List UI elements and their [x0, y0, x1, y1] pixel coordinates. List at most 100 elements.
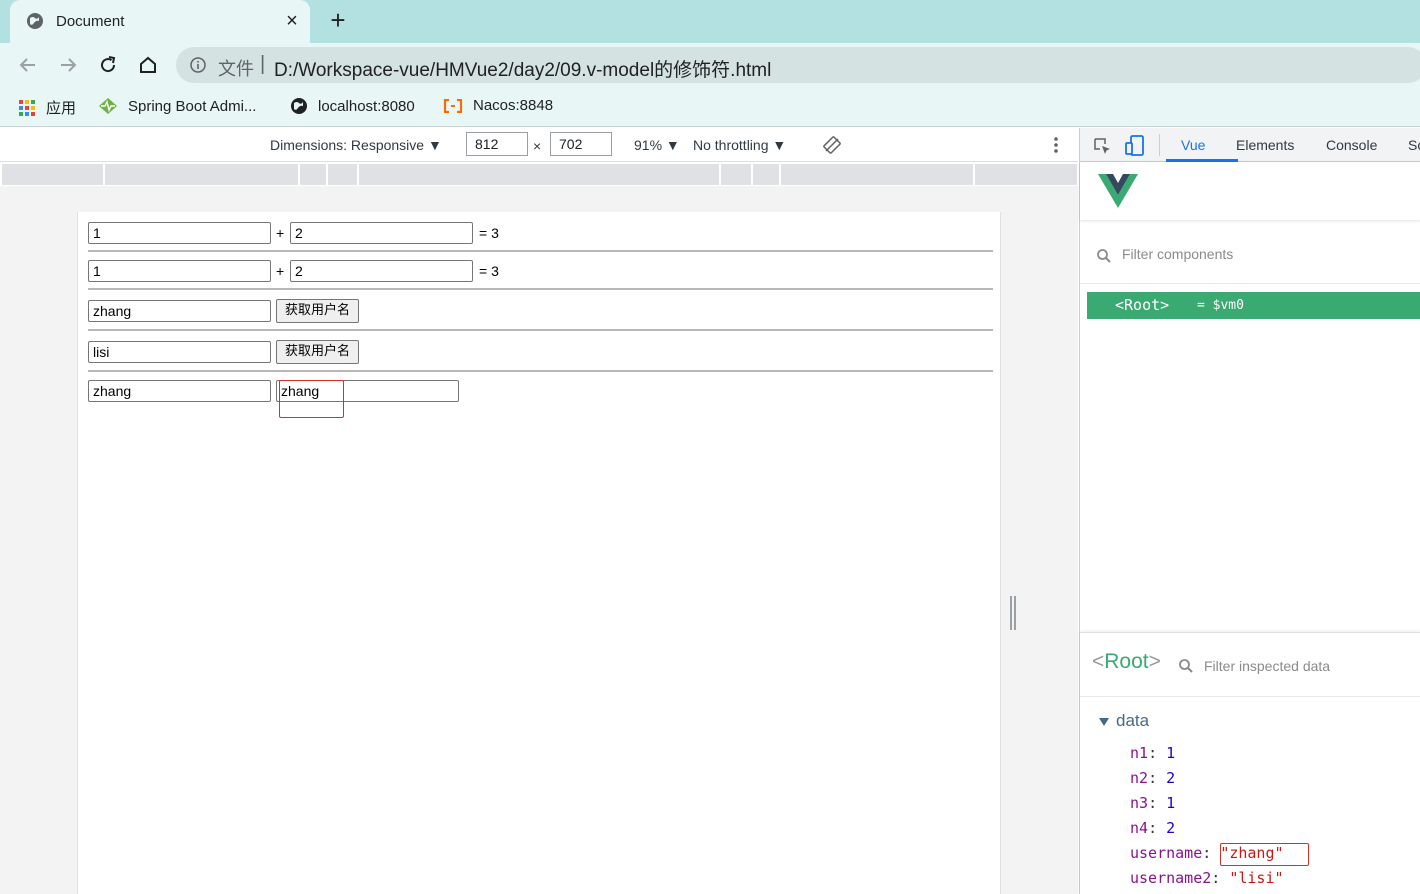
- browser-tab[interactable]: Document ×: [10, 0, 310, 43]
- url-scheme-label: 文件: [218, 59, 254, 79]
- filter-data-placeholder[interactable]: Filter inspected data: [1204, 658, 1330, 674]
- tab-sources[interactable]: So: [1408, 137, 1420, 153]
- divider: [88, 329, 993, 331]
- data-section-toggle[interactable]: data: [1098, 711, 1149, 731]
- data-prop-n3[interactable]: n3: 1: [1130, 794, 1175, 812]
- component-tree-root[interactable]: <Root> = $vm0: [1087, 292, 1420, 319]
- n2-input[interactable]: [290, 222, 473, 244]
- search-icon: [1097, 249, 1111, 263]
- inspect-element-icon[interactable]: [1092, 136, 1112, 156]
- n3-input[interactable]: [88, 260, 271, 282]
- viewport-height-input[interactable]: [550, 132, 612, 156]
- sum-result: = 3: [479, 225, 499, 241]
- bookmark-label: 应用: [46, 100, 77, 117]
- throttling-dropdown[interactable]: No throttling ▼: [693, 137, 786, 153]
- get-username2-button[interactable]: 获取用户名: [276, 340, 360, 364]
- filter-components-field[interactable]: Filter components: [1080, 238, 1420, 284]
- dimensions-dropdown[interactable]: Dimensions: Responsive ▼: [270, 137, 442, 153]
- data-prop-n1[interactable]: n1: 1: [1130, 744, 1175, 762]
- browser-toolbar: 文件 | D:/Workspace-vue/HMVue2/day2/09.v-m…: [0, 43, 1420, 87]
- globe-icon: [27, 13, 43, 29]
- info-icon[interactable]: [190, 57, 206, 73]
- ruler-divider: [326, 164, 328, 185]
- ruler-divider: [298, 164, 300, 185]
- root-component-tag: <Root>: [1115, 296, 1170, 314]
- plus-sign: +: [276, 263, 285, 279]
- tab-vue[interactable]: Vue: [1181, 137, 1205, 153]
- data-prop-n2[interactable]: n2: 2: [1130, 769, 1175, 787]
- viewport-resize-handle[interactable]: [1010, 596, 1018, 630]
- new-tab-button[interactable]: +: [324, 6, 352, 34]
- apps-grid-icon: [19, 99, 35, 116]
- nacos-icon: [443, 98, 463, 113]
- divider: [88, 288, 993, 290]
- caret-down-icon: [1099, 717, 1109, 726]
- n1-input[interactable]: [88, 222, 271, 244]
- toolbar-divider: [1159, 134, 1160, 156]
- sum-result: = 3: [479, 263, 499, 279]
- tab-elements[interactable]: Elements: [1236, 137, 1294, 153]
- vue-devtools-header: [1080, 162, 1420, 220]
- username-input[interactable]: [88, 300, 271, 322]
- tab-console[interactable]: Console: [1326, 137, 1377, 153]
- data-prop-n4[interactable]: n4: 2: [1130, 819, 1175, 837]
- username2-input[interactable]: [88, 341, 271, 363]
- bookmarks-bar: 应用 Spring Boot Admi... localhost:8080 Na…: [0, 87, 1420, 127]
- device-toggle-icon[interactable]: [1125, 135, 1145, 157]
- tab-strip: Document × +: [0, 0, 1420, 43]
- arrow-right-icon: [61, 58, 77, 72]
- filter-components-placeholder: Filter components: [1122, 246, 1234, 262]
- inspected-component-name: <Root>: [1092, 650, 1161, 673]
- reload-button[interactable]: [94, 51, 122, 79]
- tab-title: Document: [56, 13, 125, 30]
- bookmark-spring-boot-admin[interactable]: Spring Boot Admi...: [98, 97, 256, 115]
- component-inspector: <Root> Filter inspected data data n1: 1 …: [1080, 632, 1420, 894]
- search-icon: [1179, 659, 1193, 673]
- address-bar[interactable]: 文件 | D:/Workspace-vue/HMVue2/day2/09.v-m…: [176, 47, 1420, 83]
- back-button[interactable]: [14, 51, 42, 79]
- annotation-highlight: [279, 380, 344, 418]
- bookmark-label: localhost:8080: [318, 97, 415, 115]
- ruler-divider: [751, 164, 753, 185]
- bookmark-nacos[interactable]: Nacos:8848: [443, 97, 553, 114]
- home-button[interactable]: [134, 51, 162, 79]
- ruler-divider: [973, 164, 975, 185]
- vue-logo-icon: [1098, 174, 1138, 208]
- ruler-divider: [719, 164, 721, 185]
- device-toolbar: Dimensions: Responsive ▼ × 91% ▼ No thro…: [0, 128, 1078, 162]
- reload-icon: [101, 56, 116, 73]
- viewport-width-input[interactable]: [466, 132, 528, 156]
- devtools-tabbar: Vue Elements Console So: [1080, 128, 1420, 162]
- emulated-page: + = 3 + = 3 获取用户名 获取用户名: [77, 212, 1001, 894]
- divider: [88, 250, 993, 252]
- rotate-icon[interactable]: [823, 136, 841, 154]
- more-options-icon[interactable]: [1050, 136, 1062, 154]
- bookmark-label: Spring Boot Admi...: [128, 97, 257, 115]
- bookmark-apps[interactable]: 应用: [18, 97, 76, 118]
- sync-input-left[interactable]: [88, 380, 271, 402]
- ruler-divider: [357, 164, 359, 185]
- forward-button[interactable]: [54, 51, 82, 79]
- get-username-button[interactable]: 获取用户名: [276, 299, 360, 323]
- data-prop-username2[interactable]: username2: "lisi": [1130, 869, 1284, 887]
- home-icon: [140, 56, 156, 73]
- tab-close-icon[interactable]: ×: [282, 9, 302, 33]
- devtools-panel: Vue Elements Console So Filter component…: [1079, 128, 1420, 894]
- dimension-times: ×: [533, 138, 542, 154]
- arrow-left-icon: [19, 58, 35, 72]
- zoom-dropdown[interactable]: 91% ▼: [634, 137, 680, 153]
- ruler-divider: [103, 164, 105, 185]
- spring-boot-admin-icon: [99, 98, 117, 114]
- url-text[interactable]: D:/Workspace-vue/HMVue2/day2/09.v-model的…: [274, 55, 771, 82]
- divider: [88, 370, 993, 372]
- annotation-highlight: [1220, 843, 1309, 866]
- media-query-ruler[interactable]: [2, 164, 1077, 185]
- bookmark-label: Nacos:8848: [473, 97, 554, 114]
- root-vm-ref: = $vm0: [1197, 298, 1244, 313]
- globe-icon: [291, 98, 307, 114]
- plus-sign: +: [276, 225, 285, 241]
- n4-input[interactable]: [290, 260, 473, 282]
- bookmark-localhost[interactable]: localhost:8080: [290, 97, 415, 115]
- ruler-divider: [779, 164, 781, 185]
- inspector-header: <Root> Filter inspected data: [1080, 633, 1420, 697]
